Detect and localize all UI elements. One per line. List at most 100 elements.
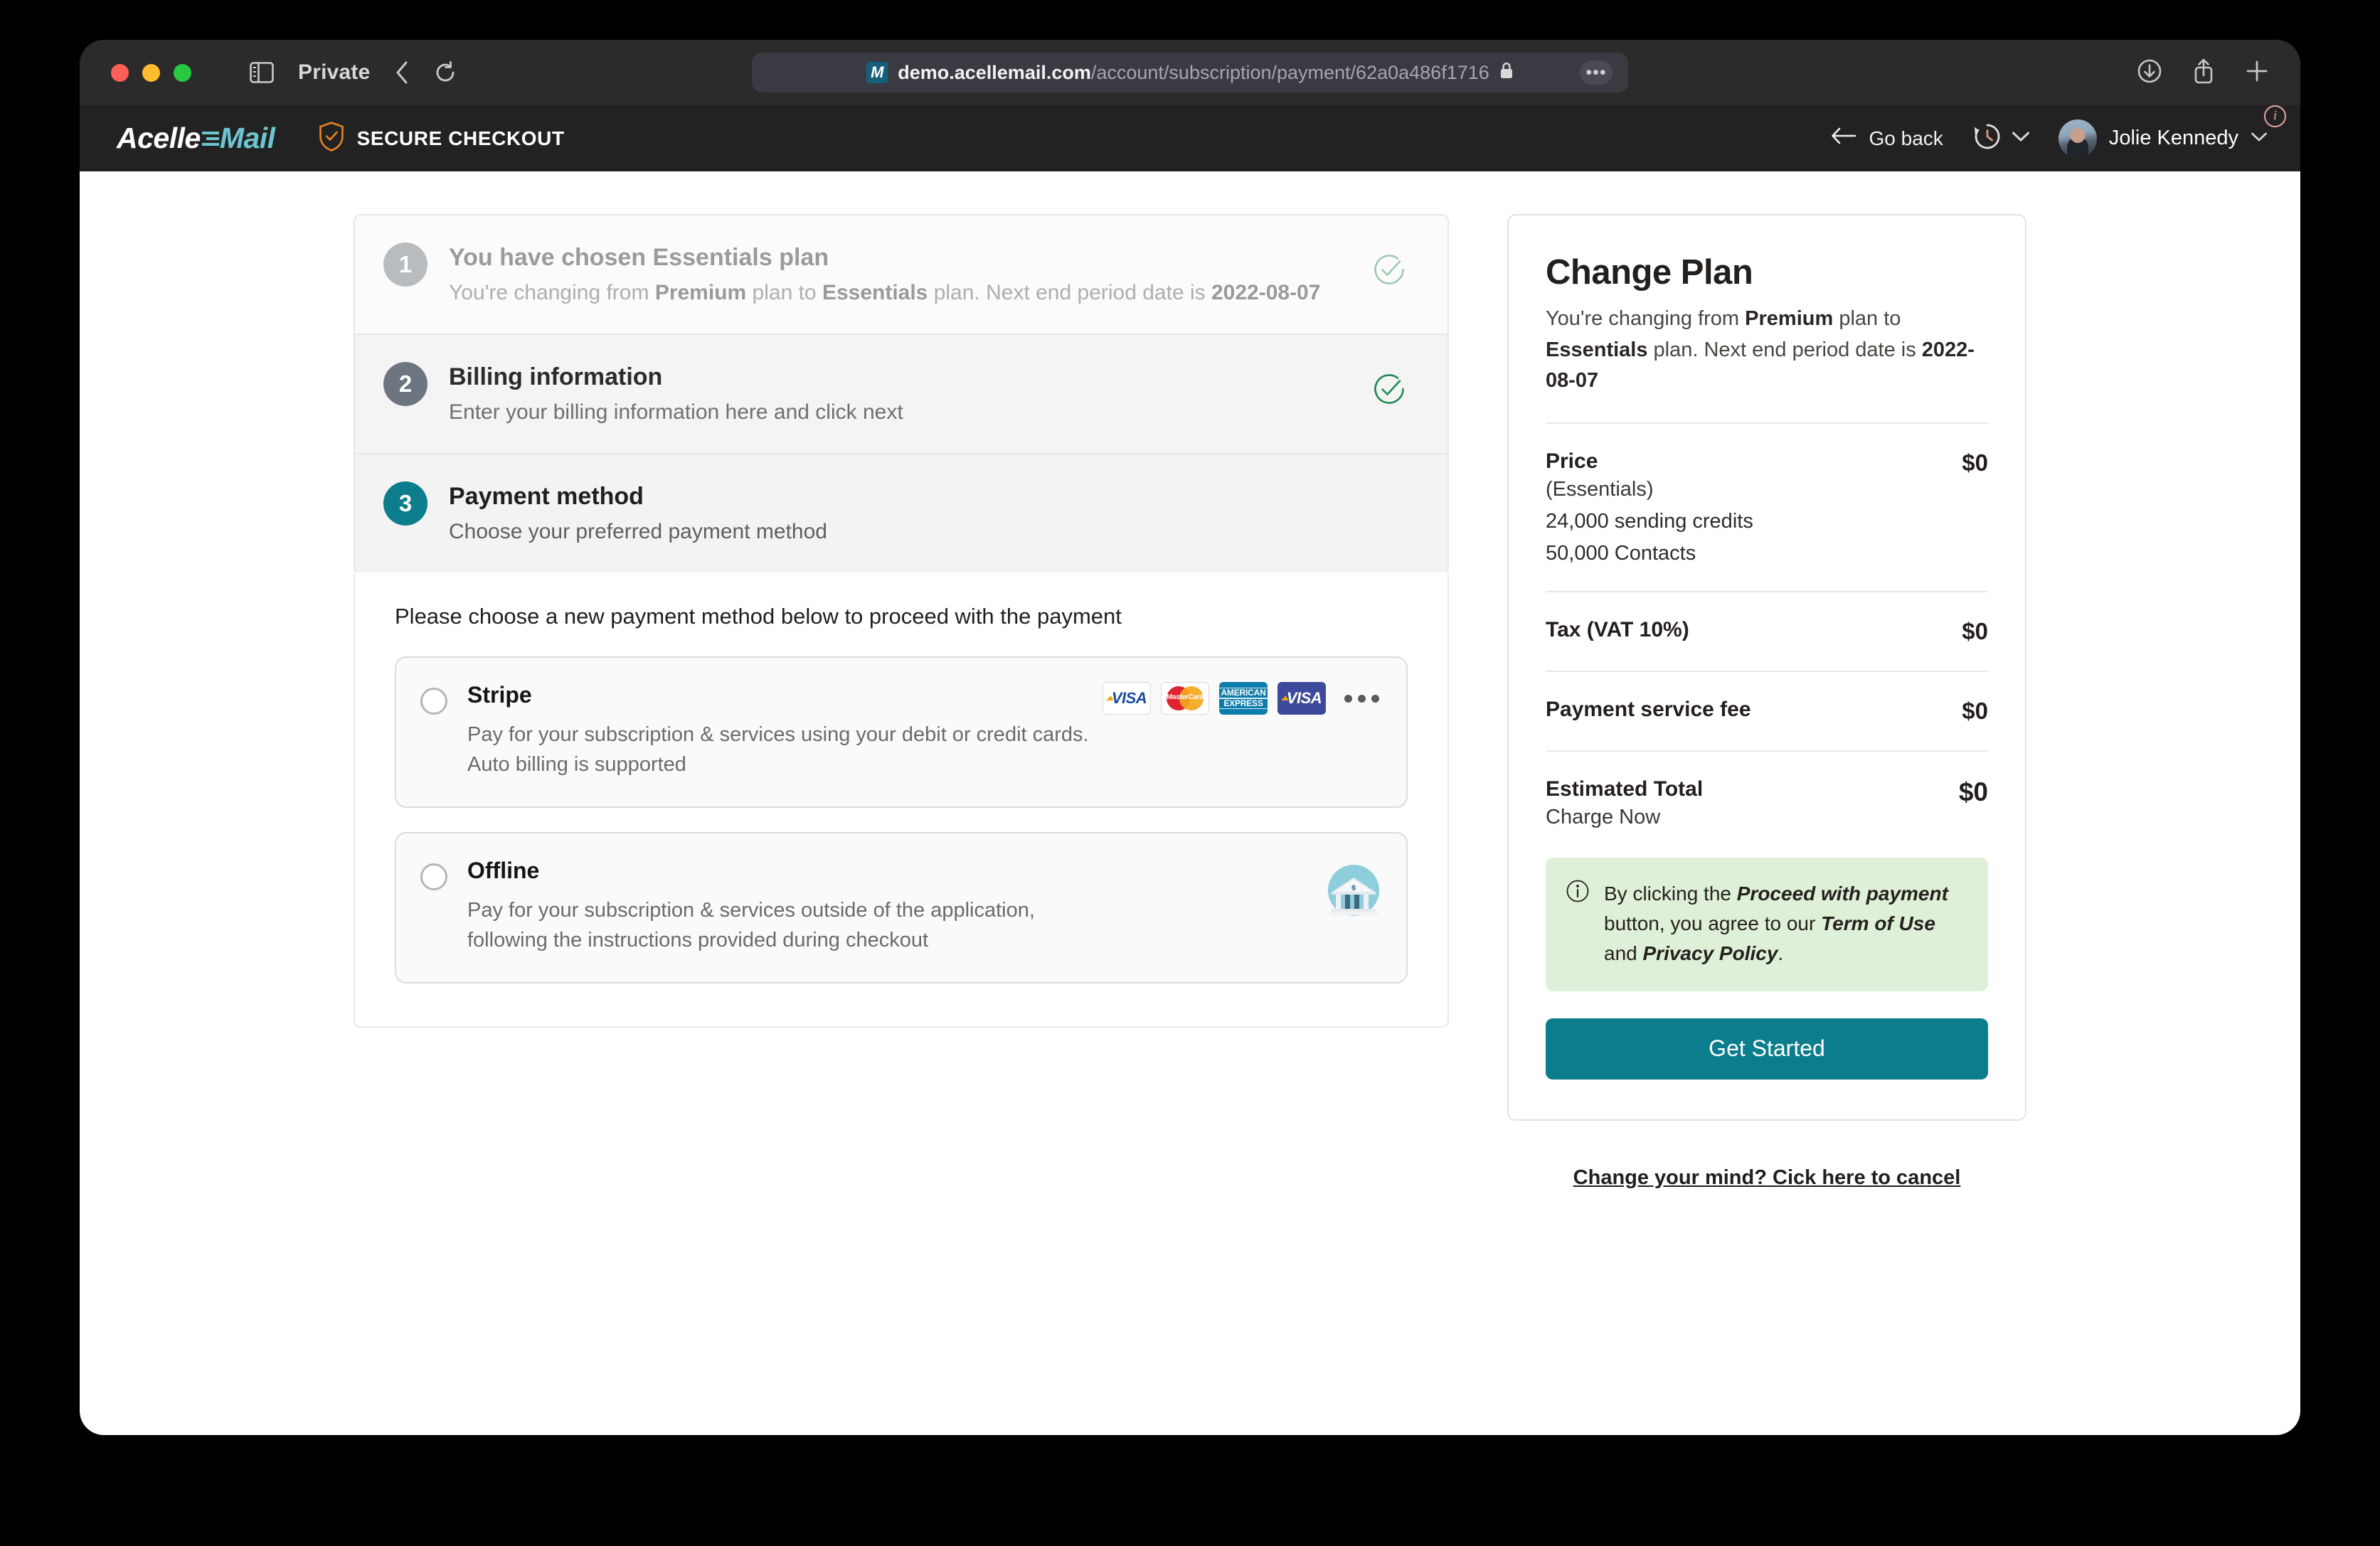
page-menu-icon[interactable]: ••• — [1580, 60, 1613, 85]
payment-option-description: Pay for your subscription & services out… — [467, 899, 1035, 952]
price-amount: $0 — [1962, 449, 1988, 476]
plan-feature: 50,000 Contacts — [1546, 541, 1696, 565]
avatar — [2058, 119, 2097, 158]
share-icon[interactable] — [2192, 58, 2215, 88]
payment-option-title: Offline — [467, 858, 540, 884]
checkout-steps-column: 1 You have chosen Essentials plan You're… — [354, 214, 1449, 1435]
change-plan-summary-card: Change Plan You're changing from Premium… — [1507, 214, 2026, 1121]
charge-timing-label: Charge Now — [1546, 805, 1661, 828]
summary-title: Change Plan — [1546, 253, 1753, 292]
close-window-button[interactable] — [111, 63, 129, 82]
tax-label: Tax (VAT 10%) — [1546, 617, 1689, 641]
estimated-total-amount: $0 — [1958, 777, 1988, 806]
chevron-down-icon — [2251, 132, 2268, 146]
terms-notice: By clicking the Proceed with payment but… — [1546, 857, 1988, 991]
cancel-link[interactable]: Change your mind? Cick here to cancel — [1573, 1166, 1961, 1189]
order-summary-column: Change Plan You're changing from Premium… — [1507, 214, 2026, 1435]
lock-icon — [1499, 61, 1514, 85]
get-started-button[interactable]: Get Started — [1546, 1018, 1988, 1079]
step-title: Payment method — [449, 483, 644, 510]
step-title: You have chosen Essentials plan — [449, 244, 829, 271]
steps-card: 1 You have chosen Essentials plan You're… — [354, 214, 1449, 574]
secure-checkout-label: SECURE CHECKOUT — [356, 127, 565, 149]
divider — [1546, 670, 1988, 672]
step-chosen-plan[interactable]: 1 You have chosen Essentials plan You're… — [355, 215, 1447, 334]
brand-logo-primary: Acelle — [117, 122, 201, 154]
service-fee-row: Payment service fee $0 — [1546, 698, 1988, 725]
accepted-cards: VISA MasterCard AMERICAN EXPRESS VISA — [1103, 682, 1379, 715]
step-subtitle: Choose your preferred payment method — [449, 519, 827, 543]
step-payment-method[interactable]: 3 Payment method Choose your preferred p… — [355, 453, 1447, 572]
shield-check-icon — [318, 121, 345, 156]
tax-amount: $0 — [1962, 617, 1988, 644]
url-host: demo.acellemail.com — [898, 61, 1091, 83]
url-path: /account/subscription/payment/62a0a486f1… — [1090, 61, 1489, 83]
user-name-label: Jolie Kennedy — [2108, 127, 2238, 149]
go-back-label: Go back — [1869, 127, 1943, 149]
estimated-total-row: Estimated Total Charge Now $0 — [1546, 777, 1988, 829]
payment-instruction: Please choose a new payment method below… — [395, 604, 1122, 629]
visa-icon: VISA — [1103, 682, 1151, 715]
plan-feature: 24,000 sending credits — [1546, 509, 1753, 533]
service-fee-label: Payment service fee — [1546, 697, 1751, 721]
estimated-total-label: Estimated Total — [1546, 777, 1704, 801]
step-subtitle: You're changing from Premium plan to Ess… — [449, 280, 1321, 304]
summary-subtitle: You're changing from Premium plan to Ess… — [1546, 307, 1975, 392]
site-favicon: M — [866, 62, 888, 83]
terms-notice-text: By clicking the Proceed with payment but… — [1604, 882, 1948, 964]
app-header: Acelle Mail SECURE CHECKOUT Go back Joli… — [80, 105, 2300, 171]
price-label: Price — [1546, 449, 1598, 473]
stripe-radio[interactable] — [420, 688, 447, 715]
chevron-down-icon — [2012, 131, 2030, 146]
price-plan-name: (Essentials) — [1546, 477, 1654, 501]
history-menu[interactable] — [1972, 121, 2030, 156]
step-complete-check-icon — [1371, 370, 1408, 411]
user-menu[interactable]: Jolie Kennedy i — [2058, 105, 2286, 158]
downloads-icon[interactable] — [2137, 58, 2162, 87]
arrow-left-icon — [1831, 127, 1856, 150]
payment-method-panel: Please choose a new payment method below… — [354, 572, 1449, 1028]
sidebar-toggle-icon[interactable] — [250, 62, 274, 83]
amex-icon: AMERICAN EXPRESS — [1219, 682, 1268, 715]
bank-icon: $ — [1328, 865, 1379, 917]
page-content: 1 You have chosen Essentials plan You're… — [80, 171, 2300, 1435]
payment-option-description: Pay for your subscription & services usi… — [467, 723, 1089, 777]
address-bar[interactable]: M demo.acellemail.com/account/subscripti… — [752, 53, 1628, 92]
back-button[interactable] — [394, 60, 410, 85]
go-back-button[interactable]: Go back — [1831, 127, 1943, 150]
info-badge-icon[interactable]: i — [2264, 105, 2286, 127]
service-fee-amount: $0 — [1962, 697, 1988, 724]
reload-button[interactable] — [434, 60, 457, 85]
brand-logo[interactable]: Acelle Mail — [117, 122, 275, 155]
speed-lines-icon — [201, 131, 219, 146]
history-clock-icon — [1972, 121, 2003, 156]
step-complete-check-icon — [1371, 251, 1408, 292]
price-row: Price (Essentials) $0 — [1546, 449, 1988, 501]
mastercard-icon: MasterCard — [1161, 682, 1209, 715]
browser-toolbar: Private M demo.acellemail.com/account/su… — [80, 40, 2300, 105]
payment-option-stripe[interactable]: Stripe Pay for your subscription & servi… — [395, 656, 1408, 809]
divider — [1546, 750, 1988, 752]
step-subtitle: Enter your billing information here and … — [449, 400, 903, 424]
maximize-window-button[interactable] — [174, 63, 191, 82]
offline-radio[interactable] — [420, 863, 447, 891]
private-mode-label: Private — [298, 60, 371, 84]
info-circle-icon — [1566, 879, 1590, 907]
step-billing-information[interactable]: 2 Billing information Enter your billing… — [355, 334, 1447, 453]
svg-text:$: $ — [1351, 885, 1355, 892]
tax-row: Tax (VAT 10%) $0 — [1546, 618, 1988, 645]
step-number-badge: 2 — [383, 362, 427, 406]
more-cards-icon[interactable] — [1344, 694, 1379, 703]
secure-checkout-badge: SECURE CHECKOUT — [318, 121, 565, 156]
visa-icon: VISA — [1277, 682, 1326, 715]
payment-option-offline[interactable]: Offline Pay for your subscription & serv… — [395, 832, 1408, 984]
device-frame: Private M demo.acellemail.com/account/su… — [0, 0, 2380, 1546]
brand-logo-secondary: Mail — [219, 122, 275, 154]
browser-window: Private M demo.acellemail.com/account/su… — [80, 40, 2300, 1435]
minimize-window-button[interactable] — [142, 63, 160, 82]
step-number-badge: 3 — [383, 481, 427, 526]
divider — [1546, 590, 1988, 592]
window-controls[interactable] — [111, 63, 191, 82]
new-tab-icon[interactable] — [2245, 59, 2269, 87]
step-title: Billing information — [449, 363, 663, 390]
